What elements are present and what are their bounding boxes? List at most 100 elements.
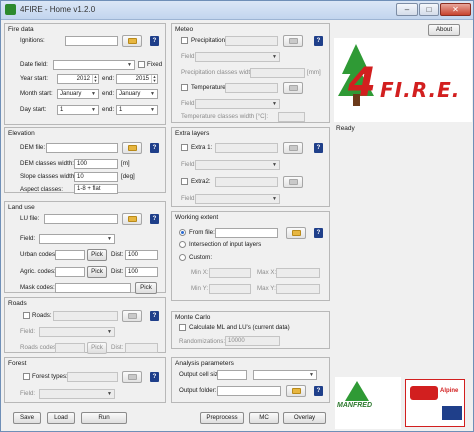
cell-size-input[interactable] <box>217 370 247 380</box>
chevron-down-icon: ▼ <box>309 372 314 378</box>
agri-codes-input[interactable] <box>55 267 85 277</box>
from-file-radio[interactable] <box>179 229 186 236</box>
close-button[interactable]: ✕ <box>440 3 471 16</box>
temp-classes-input[interactable] <box>278 112 305 122</box>
overlay-button[interactable]: Overlay <box>283 412 326 424</box>
temperature-folder-button[interactable] <box>283 82 303 94</box>
aspect-classes-input[interactable]: 1-8 + flat <box>74 184 118 194</box>
extra2-checkbox[interactable] <box>181 178 188 185</box>
urban-dist-input[interactable]: 100 <box>125 250 158 260</box>
save-button[interactable]: Save <box>13 412 41 424</box>
calculate-checkbox[interactable] <box>179 324 186 331</box>
mask-pick-button[interactable]: Pick <box>135 282 157 294</box>
randomizations-input[interactable]: 10000 <box>225 336 280 346</box>
day-end-select[interactable]: 1 ▼ <box>116 105 158 115</box>
ignitions-input[interactable] <box>65 36 118 46</box>
slope-classes-input[interactable]: 10 <box>74 172 118 182</box>
title-bar: 4FIRE - Home v1.2.0 – □ ✕ <box>1 1 473 20</box>
year-start-input[interactable]: 2012 ▲ ▼ <box>57 74 99 84</box>
agri-pick-button[interactable]: Pick <box>87 266 107 278</box>
lu-folder-button[interactable] <box>122 213 142 225</box>
fire-data-title: Fire data <box>8 26 34 33</box>
precipitation-input[interactable] <box>225 36 278 46</box>
roads-field-select[interactable]: ▼ <box>39 327 115 337</box>
dem-folder-button[interactable] <box>122 142 142 154</box>
minimize-button[interactable]: – <box>396 3 418 16</box>
about-button[interactable]: About <box>428 24 460 36</box>
precipitation-checkbox[interactable] <box>181 37 188 44</box>
roads-checkbox[interactable] <box>23 312 30 319</box>
folder-icon <box>289 85 298 91</box>
elevation-help-button[interactable]: ? <box>150 143 159 153</box>
forest-types-checkbox[interactable] <box>23 373 30 380</box>
day-start-select[interactable]: 1 ▼ <box>57 105 99 115</box>
precip-classes-input[interactable] <box>250 68 305 78</box>
temperature-checkbox[interactable] <box>181 84 188 91</box>
forest-folder-button[interactable] <box>122 371 142 383</box>
preprocess-button[interactable]: Preprocess <box>200 412 244 424</box>
date-field-label: Date field: <box>20 61 48 68</box>
mc-button[interactable]: MC <box>249 412 279 424</box>
agri-dist-input[interactable]: 100 <box>125 267 158 277</box>
urban-codes-input[interactable] <box>55 250 85 260</box>
precip-field-select[interactable]: ▼ <box>195 52 280 62</box>
extra1-checkbox[interactable] <box>181 144 188 151</box>
custom-radio[interactable] <box>179 254 186 261</box>
roads-folder-button[interactable] <box>122 310 142 322</box>
max-y-input[interactable] <box>276 284 320 294</box>
temperature-input[interactable] <box>225 83 278 93</box>
cell-size-unit-select[interactable]: ▼ <box>253 370 317 380</box>
land-use-help-button[interactable]: ? <box>150 214 159 224</box>
forest-help-button[interactable]: ? <box>150 372 159 382</box>
extra2-input[interactable] <box>215 177 278 187</box>
chevron-down-icon: ▼ <box>272 54 277 60</box>
month-end-select[interactable]: January ▼ <box>116 89 158 99</box>
lu-field-select[interactable]: ▼ <box>39 234 115 244</box>
fixed-checkbox[interactable] <box>138 61 145 68</box>
max-x-input[interactable] <box>276 268 320 278</box>
folder-icon <box>128 313 137 319</box>
intersection-radio[interactable] <box>179 241 186 248</box>
extra1-folder-button[interactable] <box>283 142 303 154</box>
date-field-select[interactable]: ▼ <box>53 60 135 70</box>
analysis-help-button[interactable]: ? <box>314 386 323 396</box>
load-button[interactable]: Load <box>47 412 75 424</box>
dem-classes-input[interactable]: 100 <box>74 159 118 169</box>
temp-field-select[interactable]: ▼ <box>195 99 280 109</box>
dem-file-input[interactable] <box>46 143 118 153</box>
output-folder-button[interactable] <box>286 385 306 397</box>
extent-file-input[interactable] <box>215 228 278 238</box>
roads-help-button[interactable]: ? <box>150 311 159 321</box>
folder-icon <box>289 179 298 185</box>
dem-classes-label: DEM classes width: <box>20 160 74 167</box>
lu-file-input[interactable] <box>44 214 118 224</box>
month-start-select[interactable]: January ▼ <box>57 89 99 99</box>
output-folder-input[interactable] <box>217 386 281 396</box>
roads-codes-input[interactable] <box>55 343 85 353</box>
roads-dist-input[interactable] <box>125 343 158 353</box>
extent-folder-button[interactable] <box>286 227 306 239</box>
extra-help-button[interactable]: ? <box>314 143 323 153</box>
maximize-button[interactable]: □ <box>419 3 439 16</box>
extra1-input[interactable] <box>215 143 278 153</box>
chevron-down-icon: ▼ <box>272 196 277 202</box>
extra1-field-select[interactable]: ▼ <box>195 160 280 170</box>
run-button[interactable]: Run <box>81 412 127 424</box>
extra2-field-select[interactable]: ▼ <box>195 194 280 204</box>
ignitions-folder-button[interactable] <box>122 35 142 47</box>
urban-pick-button[interactable]: Pick <box>87 249 107 261</box>
fire-help-button[interactable]: ? <box>150 36 159 46</box>
year-end-input[interactable]: 2015 ▲ ▼ <box>116 74 158 84</box>
min-x-input[interactable] <box>209 268 251 278</box>
extra2-folder-button[interactable] <box>283 176 303 188</box>
forest-types-input[interactable] <box>67 372 118 382</box>
extent-help-button[interactable]: ? <box>314 228 323 238</box>
roads-input[interactable] <box>53 311 118 321</box>
meteo-help-button[interactable]: ? <box>314 36 323 46</box>
forest-field-select[interactable]: ▼ <box>39 389 115 399</box>
roads-pick-button[interactable]: Pick <box>87 342 107 354</box>
min-y-input[interactable] <box>209 284 251 294</box>
land-use-title: Land use <box>8 204 35 211</box>
mask-codes-input[interactable] <box>55 283 131 293</box>
precipitation-folder-button[interactable] <box>283 35 303 47</box>
